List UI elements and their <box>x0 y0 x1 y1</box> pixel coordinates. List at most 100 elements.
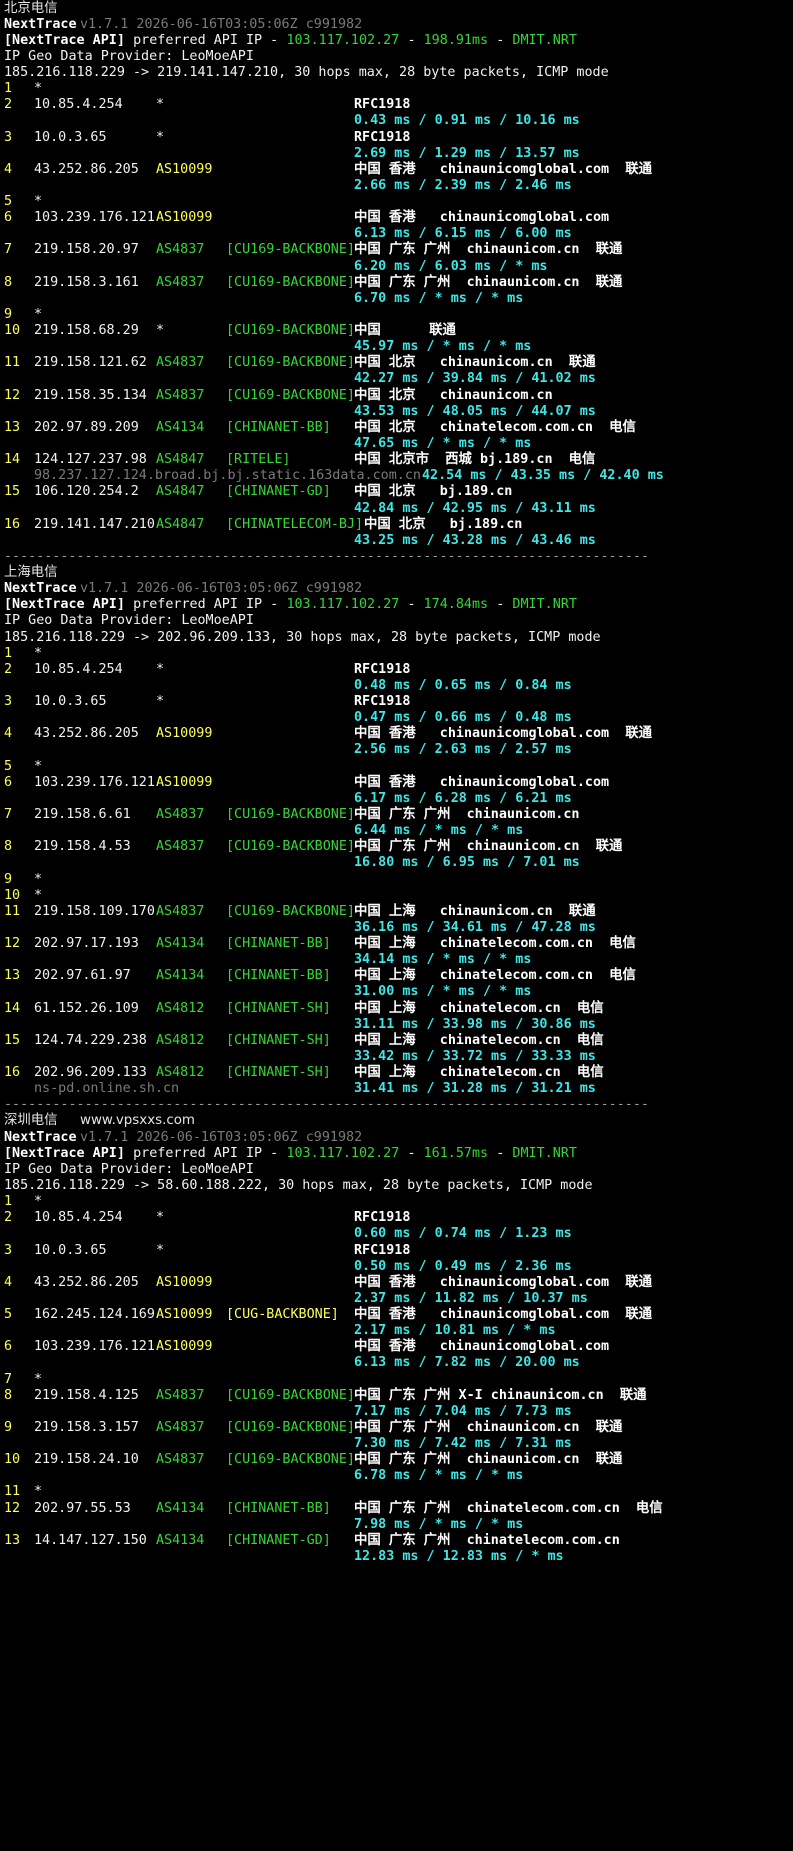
hop-rtt: 2.56 ms / 2.63 ms / 2.57 ms <box>354 742 572 758</box>
hop-tag: [CHINANET-BB] <box>226 1500 331 1516</box>
hop-asn: AS4837 <box>156 903 205 919</box>
hop-ip: 219.158.20.97 <box>34 242 139 258</box>
hop-ip: 219.158.3.157 <box>34 1419 139 1435</box>
hop-tag: [CU169-BACKBONE] <box>226 903 355 919</box>
api-api-dash2: - <box>488 597 513 613</box>
hop-number: 3 <box>4 129 13 145</box>
hop-number: 7 <box>4 242 13 258</box>
hop-tag: [CU169-BACKBONE] <box>226 1387 355 1403</box>
hop-ip: 103.239.176.121 <box>34 210 155 226</box>
hop-ip: 10.0.3.65 <box>34 129 107 145</box>
hop-asn: AS4837 <box>156 1419 205 1435</box>
hop-asn: AS10099 <box>156 161 213 177</box>
hop-ip: 219.158.24.10 <box>34 1452 139 1468</box>
hop-ip: 103.239.176.121 <box>34 1339 155 1355</box>
hop-tag: [CU169-BACKBONE] <box>226 807 355 822</box>
hop-number: 14 <box>4 452 21 468</box>
hop-ip: 219.158.35.134 <box>34 387 147 403</box>
hop-number: 6 <box>4 210 13 226</box>
hop-number: 2 <box>4 661 13 677</box>
hop-ip: 219.158.121.62 <box>34 355 147 371</box>
hop-number: 6 <box>4 774 13 790</box>
hop-tag: [CHINATELECOM-BJ] <box>226 516 364 532</box>
hop-asn: AS4837 <box>156 355 205 371</box>
hop-rtt: 6.13 ms / 7.82 ms / 20.00 ms <box>354 1355 580 1371</box>
hop-number: 13 <box>4 968 21 984</box>
hop-asn: * <box>156 661 165 677</box>
hop-asn: AS4812 <box>156 1000 205 1016</box>
hop-ip: 10.85.4.254 <box>34 661 123 677</box>
hop-asn: AS10099 <box>156 1307 213 1323</box>
hop-asn: AS4837 <box>156 1452 205 1468</box>
hop-number: 3 <box>4 694 13 710</box>
hop-rtt: 12.83 ms / 12.83 ms / * ms <box>354 1548 564 1564</box>
hop-tag: [CU169-BACKBONE] <box>226 323 355 339</box>
hop-tag: [CUG-BACKBONE] <box>226 1307 339 1323</box>
hop-tag: [CHINANET-SH] <box>226 1065 331 1081</box>
api-api-ms: 198.91ms <box>423 32 489 48</box>
hop-ip: 43.252.86.205 <box>34 1274 139 1290</box>
hop-ip: 14.147.127.150 <box>34 1532 147 1548</box>
hop-number: 7 <box>4 807 13 822</box>
hop-asn: AS4837 <box>156 387 205 403</box>
hop-asn: AS4134 <box>156 968 205 984</box>
hop-number: 2 <box>4 97 13 113</box>
hop-number: 8 <box>4 839 13 855</box>
hop-number: 16 <box>4 516 21 532</box>
api-api-ms: 161.57ms <box>423 1145 489 1161</box>
hop-asn: AS4134 <box>156 936 205 952</box>
api-api-ip: 103.117.102.27 <box>286 597 400 613</box>
hop-number: 4 <box>4 726 13 742</box>
hop-number: 2 <box>4 1210 13 1226</box>
separator: ----------------------------------------… <box>4 548 649 564</box>
hop-number: 4 <box>4 1274 13 1290</box>
hop-ip: 219.158.4.53 <box>34 839 131 855</box>
hop-tag: [CU169-BACKBONE] <box>226 355 355 371</box>
hop-asn: AS4837 <box>156 274 205 290</box>
hop-asn: AS10099 <box>156 1274 213 1290</box>
hop-ip: 61.152.26.109 <box>34 1000 139 1016</box>
hop-ip: 219.158.3.161 <box>34 274 139 290</box>
hop-asn: AS4847 <box>156 516 205 532</box>
hop-number: 9 <box>4 1419 13 1435</box>
hop-tag: [CHINANET-SH] <box>226 1000 331 1016</box>
hop-rtt: 6.78 ms / * ms / * ms <box>354 1468 524 1484</box>
hop-ip: 219.158.4.125 <box>34 1387 139 1403</box>
hop-number: 5 <box>4 1307 13 1323</box>
hop-number: 14 <box>4 1000 21 1016</box>
route-line: 185.216.118.229 -> 202.96.209.133, 30 ho… <box>4 629 601 645</box>
hop-number: 4 <box>4 161 13 177</box>
hop-ip: 43.252.86.205 <box>34 161 139 177</box>
api-api-node: DMIT.NRT <box>512 1145 577 1161</box>
hop-ip: 10.85.4.254 <box>34 97 123 113</box>
hop-asn: AS4812 <box>156 1032 205 1048</box>
hop-ip: 162.245.124.169 <box>34 1307 155 1323</box>
hop-number: 13 <box>4 1532 21 1548</box>
hop-ip: 124.74.229.238 <box>34 1032 147 1048</box>
hop-ip: 202.97.89.209 <box>34 419 139 435</box>
hop-asn: AS10099 <box>156 726 213 742</box>
hop-asn: * <box>156 323 165 339</box>
hop-tag: [CU169-BACKBONE] <box>226 274 355 290</box>
hop-asn: * <box>156 129 165 145</box>
hop-tag: [CU169-BACKBONE] <box>226 242 355 258</box>
api-api-ms: 174.84ms <box>423 597 489 613</box>
hop-rtt: 16.80 ms / 6.95 ms / 7.01 ms <box>354 855 580 871</box>
hop-tag: [CHINANET-GD] <box>226 1532 331 1548</box>
hop-tag: [CHINANET-BB] <box>226 968 331 984</box>
api-api-dash2: - <box>488 32 513 48</box>
hop-number: 6 <box>4 1339 13 1355</box>
hop-asn: * <box>156 1210 165 1226</box>
hop-rtt: 2.66 ms / 2.39 ms / 2.46 ms <box>354 177 572 193</box>
hop-asn: AS4837 <box>156 242 205 258</box>
hop-ip: 202.97.55.53 <box>34 1500 131 1516</box>
hop-asn: AS10099 <box>156 1339 213 1355</box>
hop-asn: AS4134 <box>156 1532 205 1548</box>
hop-ip: 202.97.17.193 <box>34 936 139 952</box>
hop-number: 10 <box>4 1452 21 1468</box>
hop-ip: 219.158.109.170 <box>34 903 155 919</box>
hop-ip: 202.97.61.97 <box>34 968 131 984</box>
hop-asn: * <box>156 97 165 113</box>
hop-asn: AS4134 <box>156 1500 205 1516</box>
hop-number: 8 <box>4 1387 13 1403</box>
